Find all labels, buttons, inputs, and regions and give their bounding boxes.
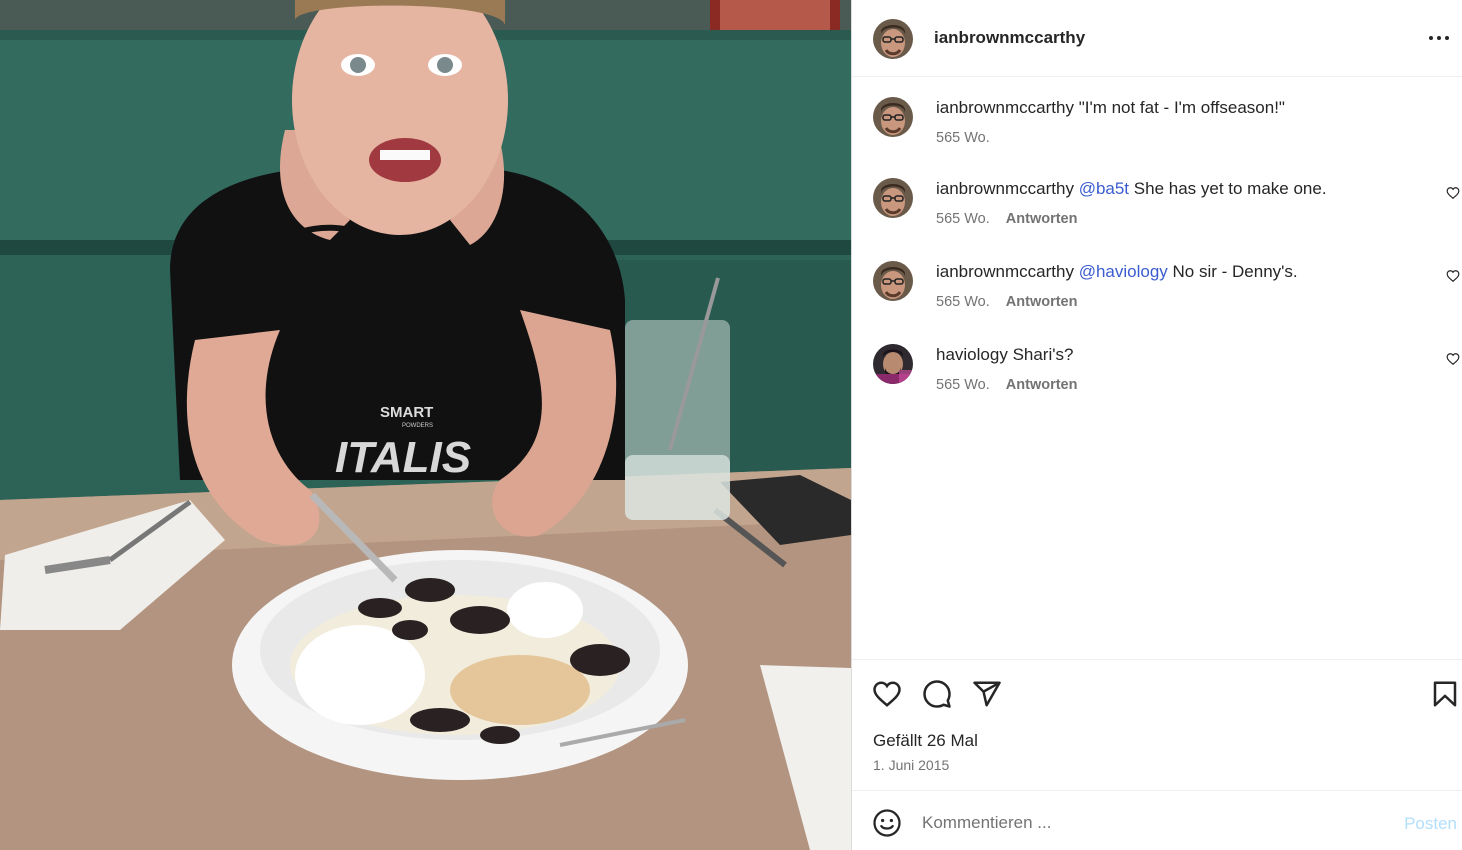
caption-comment: ianbrownmccarthy "I'm not fat - I'm offs… — [852, 77, 1462, 147]
comment-time[interactable]: 565 Wo. — [936, 211, 990, 227]
comment-body: No sir - Denny's. — [1172, 262, 1298, 281]
comment-body: Shari's? — [1012, 345, 1074, 364]
avatar[interactable] — [873, 178, 913, 218]
list-item: ianbrownmccarthy @ba5t She has yet to ma… — [852, 158, 1462, 228]
reply-button[interactable]: Antworten — [1006, 377, 1078, 393]
comment-composer: Posten — [852, 790, 1462, 850]
heart-icon[interactable] — [1446, 186, 1460, 200]
comment-username[interactable]: haviology — [936, 345, 1008, 364]
avatar-ian-image — [873, 97, 913, 137]
comment-meta: 565 Wo. Antworten — [936, 377, 1077, 393]
avatar[interactable] — [873, 19, 913, 59]
comment-time[interactable]: 565 Wo. — [936, 294, 990, 310]
post-actions: Gefällt 26 Mal 1. Juni 2015 — [852, 659, 1462, 790]
comment-time[interactable]: 565 Wo. — [936, 377, 990, 393]
post-date[interactable]: 1. Juni 2015 — [873, 757, 949, 773]
comment-text: haviology Shari's? — [936, 345, 1073, 365]
comment-icon[interactable] — [922, 679, 952, 709]
reply-button[interactable]: Antworten — [1006, 211, 1078, 227]
paper-plane-icon[interactable] — [972, 679, 1002, 709]
list-item: haviology Shari's? 565 Wo. Antworten — [852, 324, 1462, 394]
likes-count[interactable]: Gefällt 26 Mal — [873, 731, 978, 751]
comment-text: ianbrownmccarthy @ba5t She has yet to ma… — [936, 179, 1327, 199]
comment-meta: 565 Wo. — [936, 130, 990, 146]
shirt-text-smart: SMART — [380, 404, 433, 421]
avatar[interactable] — [873, 261, 913, 301]
shirt-text-powders: POWDERS — [402, 423, 433, 429]
avatar[interactable] — [873, 97, 913, 137]
post-photo: SMART POWDERS ITALIS — [0, 0, 851, 850]
bookmark-icon[interactable] — [1430, 679, 1460, 709]
heart-icon[interactable] — [1446, 352, 1460, 366]
shirt-text-italis: ITALIS — [335, 433, 471, 482]
comment-body: She has yet to make one. — [1133, 179, 1327, 198]
comment-mention[interactable]: @ba5t — [1079, 179, 1129, 198]
comment-meta: 565 Wo. Antworten — [936, 211, 1077, 227]
reply-button[interactable]: Antworten — [1006, 294, 1078, 310]
heart-icon[interactable] — [872, 679, 902, 709]
comment-text: ianbrownmccarthy "I'm not fat - I'm offs… — [936, 98, 1285, 118]
comment-time[interactable]: 565 Wo. — [936, 130, 990, 146]
header-username[interactable]: ianbrownmccarthy — [934, 28, 1085, 48]
avatar-ian-image — [873, 178, 913, 218]
comment-username[interactable]: ianbrownmccarthy — [936, 179, 1074, 198]
more-horizontal-icon[interactable] — [1427, 28, 1451, 48]
comment-input[interactable] — [922, 809, 1382, 837]
avatar[interactable] — [873, 344, 913, 384]
comment-text: ianbrownmccarthy @haviology No sir - Den… — [936, 262, 1298, 282]
post-photo-illustration: SMART POWDERS ITALIS — [0, 0, 851, 850]
comment-body: "I'm not fat - I'm offseason!" — [1078, 98, 1285, 117]
post-header: ianbrownmccarthy — [852, 0, 1462, 77]
heart-icon[interactable] — [1446, 269, 1460, 283]
comment-username[interactable]: ianbrownmccarthy — [936, 98, 1074, 117]
avatar-ian-image — [873, 19, 913, 59]
comments-list[interactable]: ianbrownmccarthy "I'm not fat - I'm offs… — [852, 77, 1462, 660]
avatar-haviology-image — [873, 344, 913, 384]
post-detail-panel: ianbrownmccarthy ianbrownmccarthy "I'm n… — [851, 0, 1462, 850]
comment-meta: 565 Wo. Antworten — [936, 294, 1077, 310]
comment-username[interactable]: ianbrownmccarthy — [936, 262, 1074, 281]
avatar-ian-image — [873, 261, 913, 301]
comment-mention[interactable]: @haviology — [1079, 262, 1168, 281]
emoji-icon[interactable] — [872, 808, 902, 838]
post-comment-button[interactable]: Posten — [1404, 814, 1457, 834]
list-item: ianbrownmccarthy @haviology No sir - Den… — [852, 241, 1462, 311]
